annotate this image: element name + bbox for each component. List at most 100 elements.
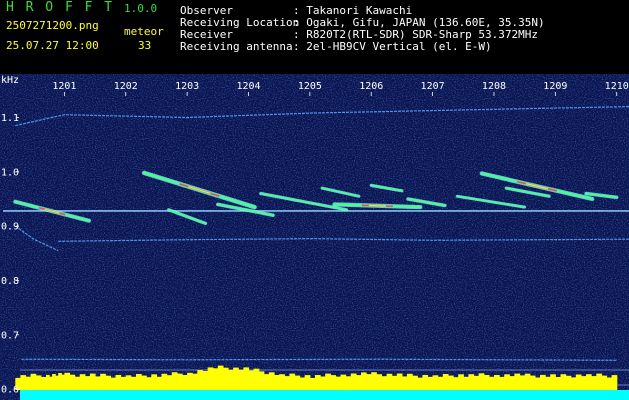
header: H R O F F T 1.0.0 2507271200.png meteor … — [0, 0, 629, 74]
activity-bar — [366, 374, 372, 390]
activity-bar — [545, 376, 551, 390]
activity-bar — [176, 373, 183, 390]
activity-bar — [575, 374, 582, 390]
activity-bar — [463, 376, 469, 390]
app-name: H R O F F T — [6, 0, 115, 15]
bar-baseline — [20, 390, 629, 400]
activity-bar — [611, 375, 618, 390]
activity-bar — [309, 377, 316, 390]
activity-bar — [570, 377, 577, 390]
activity-bar — [79, 374, 86, 390]
x-tick-label: 1209 — [543, 81, 567, 92]
activity-bar — [509, 376, 515, 390]
x-tick-label: 1207 — [421, 81, 445, 92]
activity-bar — [130, 376, 137, 390]
activity-bar — [330, 375, 336, 390]
y-tick-label: 0.8 — [1, 276, 19, 287]
x-tick-label: 1203 — [175, 81, 199, 92]
activity-bar — [350, 373, 357, 390]
activity-bar — [40, 377, 47, 390]
activity-bar — [89, 373, 96, 390]
activity-bar — [437, 376, 444, 390]
x-tick-label: 1204 — [236, 81, 260, 92]
y-tick-label: 0.6 — [1, 385, 19, 396]
activity-bar — [320, 376, 326, 390]
activity-bar — [279, 374, 285, 390]
activity-bar — [499, 376, 505, 390]
activity-bar — [294, 375, 301, 390]
activity-bar — [417, 377, 423, 390]
activity-bar — [371, 372, 377, 390]
activity-bar — [376, 374, 382, 390]
activity-bar — [84, 376, 91, 390]
activity-bar — [228, 369, 234, 390]
activity-bar — [519, 375, 526, 390]
activity-bar — [197, 370, 203, 390]
activity-bar — [432, 375, 439, 390]
y-axis-label: kHz — [1, 75, 19, 86]
activity-bar — [105, 375, 111, 390]
activity-bar — [422, 375, 429, 390]
activity-bar — [100, 373, 106, 390]
activity-bar — [453, 377, 459, 390]
file-name: 2507271200.png — [6, 19, 99, 32]
activity-bar — [514, 373, 521, 390]
activity-bar — [555, 377, 562, 390]
activity-bar — [304, 375, 311, 390]
activity-bar — [192, 373, 198, 390]
activity-bar — [151, 374, 157, 390]
activity-bar — [565, 375, 572, 390]
activity-bar — [478, 373, 485, 390]
activity-bar — [361, 372, 367, 390]
timestamp: 25.07.27 12:00 — [6, 39, 99, 52]
activity-bar — [35, 375, 42, 390]
activity-bar — [146, 377, 152, 390]
activity-bar — [560, 374, 567, 390]
activity-bar — [156, 376, 163, 390]
activity-bar — [95, 376, 101, 390]
activity-bar — [591, 376, 597, 390]
activity-bar — [74, 376, 81, 390]
activity-bar — [448, 375, 454, 390]
activity-bar — [335, 376, 342, 390]
x-tick-label: 1205 — [298, 81, 322, 92]
activity-bar — [120, 376, 127, 390]
activity-bar — [268, 372, 275, 390]
activity-bar — [412, 375, 418, 390]
activity-bar — [253, 368, 260, 390]
activity-bar — [391, 375, 398, 390]
detection-count: 33 — [138, 39, 152, 52]
x-tick-label: 1201 — [52, 81, 76, 92]
activity-bar — [141, 375, 147, 390]
activity-bar — [442, 374, 449, 390]
activity-bar — [233, 367, 239, 390]
activity-bar — [222, 367, 229, 390]
info-value-antenna: : 2el-HB9CV Vertical (el. E-W) — [293, 40, 492, 53]
activity-bar — [596, 373, 602, 390]
activity-bar — [171, 372, 178, 390]
category-label: meteor — [124, 25, 164, 38]
x-tick-label: 1206 — [359, 81, 383, 92]
x-tick-label: 1210 — [605, 81, 629, 92]
activity-bar — [263, 374, 270, 390]
echo-hot — [368, 204, 386, 207]
activity-bar — [340, 374, 347, 390]
activity-bar — [284, 376, 290, 390]
activity-bar — [20, 375, 27, 390]
activity-bar — [125, 375, 132, 390]
activity-bar — [396, 373, 403, 390]
activity-bar — [401, 376, 408, 390]
activity-bar — [187, 372, 193, 390]
activity-bar — [258, 371, 265, 390]
y-tick-label: 1.0 — [1, 167, 19, 178]
x-tick-label: 1202 — [114, 81, 138, 92]
spectrogram-chart: 1201 1202 1203 1204 1205 1206 1207 1208 1209 1210… — [0, 74, 629, 400]
y-tick-label: 0.7 — [1, 330, 19, 341]
activity-bar — [606, 377, 613, 390]
activity-bar — [202, 371, 209, 390]
activity-bar — [289, 373, 296, 390]
info-label-antenna: Receiving antenna — [180, 40, 293, 53]
activity-bar — [217, 365, 224, 390]
activity-bar — [238, 369, 244, 390]
activity-bar — [601, 375, 608, 390]
